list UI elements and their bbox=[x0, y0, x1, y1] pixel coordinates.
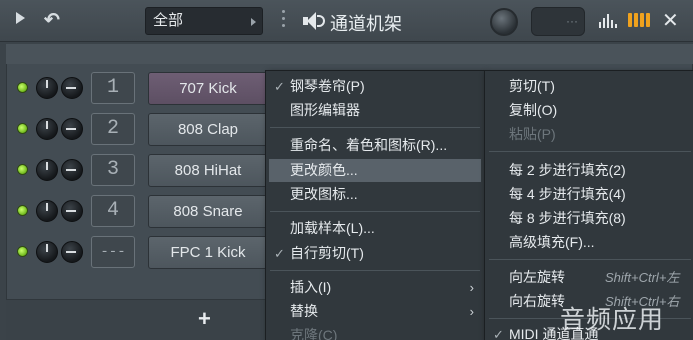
menu-item-label: 钢琴卷帘(P) bbox=[290, 78, 365, 94]
menu-item-label: 向右旋转 bbox=[509, 293, 565, 309]
menu-item-label: 每 2 步进行填充(2) bbox=[509, 162, 626, 178]
play-arrow-icon[interactable] bbox=[16, 12, 25, 24]
menu-item-label: 复制(O) bbox=[509, 102, 558, 118]
submenu-item-fill-8[interactable]: 每 8 步进行填充(8) bbox=[485, 207, 693, 230]
rack-footer bbox=[6, 300, 270, 340]
channel-mute-led[interactable] bbox=[17, 164, 28, 175]
channel-rack-window: ↶ 全部 通道机架 ··· ✕ 1 707 Kick 2 808 Clap 3 … bbox=[0, 0, 693, 340]
swing-display[interactable]: ··· bbox=[531, 7, 585, 36]
dropdown-arrow-icon bbox=[251, 18, 256, 26]
menu-item-label: 更改颜色... bbox=[290, 162, 358, 178]
window-title: 通道机架 bbox=[330, 14, 402, 34]
menu-item-load-sample[interactable]: 加载样本(L)... bbox=[266, 217, 484, 240]
menu-item-label: 每 4 步进行填充(4) bbox=[509, 186, 626, 202]
mixer-track-number[interactable]: 1 bbox=[91, 72, 135, 104]
menu-item-clone[interactable]: 克隆(C) bbox=[266, 324, 484, 340]
chevron-right-icon: › bbox=[469, 304, 474, 319]
menu-divider bbox=[270, 211, 480, 212]
channel-row: 2 808 Clap bbox=[0, 109, 270, 149]
channel-mute-led[interactable] bbox=[17, 123, 28, 134]
channel-row: --- FPC 1 Kick bbox=[0, 232, 270, 272]
watermark-text: 音频应用 bbox=[560, 306, 665, 334]
menu-item-label: 自行剪切(T) bbox=[290, 245, 364, 261]
menu-item-label: 每 8 步进行填充(8) bbox=[509, 210, 626, 226]
channel-pan-knob[interactable] bbox=[36, 159, 58, 181]
graph-editor-icon[interactable] bbox=[599, 14, 619, 28]
channel-mute-led[interactable] bbox=[17, 246, 28, 257]
menu-item-replace[interactable]: 替换 › bbox=[266, 300, 484, 323]
title-bar: ↶ 全部 通道机架 ··· ✕ bbox=[0, 0, 693, 42]
channel-button[interactable]: 808 Clap bbox=[148, 113, 268, 146]
submenu-item-copy[interactable]: 复制(O) bbox=[485, 99, 693, 122]
menu-item-label: 向左旋转 bbox=[509, 269, 565, 285]
add-channel-button[interactable]: + bbox=[198, 306, 211, 332]
mixer-track-number[interactable]: --- bbox=[91, 236, 135, 268]
channel-button[interactable]: FPC 1 Kick bbox=[148, 236, 268, 269]
menu-divider bbox=[489, 259, 691, 260]
submenu-item-fill-2[interactable]: 每 2 步进行填充(2) bbox=[485, 159, 693, 182]
channel-row: 4 808 Snare bbox=[0, 191, 270, 231]
menu-divider bbox=[270, 270, 480, 271]
close-icon[interactable]: ✕ bbox=[662, 8, 679, 33]
channel-volume-knob[interactable] bbox=[61, 241, 83, 263]
channel-volume-knob[interactable] bbox=[61, 200, 83, 222]
channel-button[interactable]: 707 Kick bbox=[148, 72, 268, 105]
channel-pan-knob[interactable] bbox=[36, 118, 58, 140]
menu-item-label: 粘贴(P) bbox=[509, 126, 556, 142]
channel-button[interactable]: 808 HiHat bbox=[148, 154, 268, 187]
mixer-track-number[interactable]: 3 bbox=[91, 154, 135, 186]
channel-mute-led[interactable] bbox=[17, 205, 28, 216]
submenu-item-fill-4[interactable]: 每 4 步进行填充(4) bbox=[485, 183, 693, 206]
undo-icon[interactable]: ↶ bbox=[44, 9, 60, 32]
speaker-icon bbox=[303, 11, 325, 31]
channel-volume-knob[interactable] bbox=[61, 77, 83, 99]
menu-item-label: 图形编辑器 bbox=[290, 102, 360, 118]
menu-shortcut: Shift+Ctrl+左 bbox=[605, 270, 680, 285]
rack-header-strip bbox=[6, 44, 693, 64]
menu-divider bbox=[270, 127, 480, 128]
menu-item-rename-color-icon[interactable]: 重命名、着色和图标(R)... bbox=[266, 134, 484, 157]
channel-volume-knob[interactable] bbox=[61, 159, 83, 181]
drag-handle-icon[interactable] bbox=[282, 10, 285, 30]
channel-filter-value: 全部 bbox=[153, 12, 184, 29]
channel-button[interactable]: 808 Snare bbox=[148, 195, 268, 228]
submenu-item-advanced-fill[interactable]: 高级填充(F)... bbox=[485, 231, 693, 254]
menu-item-label: 克隆(C) bbox=[290, 327, 338, 340]
menu-item-insert[interactable]: 插入(I) › bbox=[266, 276, 484, 299]
mixer-track-number[interactable]: 2 bbox=[91, 113, 135, 145]
channel-volume-knob[interactable] bbox=[61, 118, 83, 140]
menu-item-label: 剪切(T) bbox=[509, 78, 555, 94]
channel-mute-led[interactable] bbox=[17, 82, 28, 93]
menu-divider bbox=[489, 151, 691, 152]
main-swing-knob[interactable] bbox=[490, 8, 518, 36]
menu-item-label: 插入(I) bbox=[290, 279, 332, 295]
channel-context-menu: ✓ 钢琴卷帘(P) 图形编辑器 重命名、着色和图标(R)... 更改颜色... … bbox=[265, 70, 485, 340]
submenu-item-rotate-left[interactable]: 向左旋转 Shift+Ctrl+左 bbox=[485, 266, 693, 289]
menu-item-label: 重命名、着色和图标(R)... bbox=[290, 137, 448, 153]
check-icon: ✓ bbox=[493, 327, 504, 340]
menu-item-change-color[interactable]: 更改颜色... bbox=[269, 159, 481, 182]
menu-item-label: 高级填充(F)... bbox=[509, 234, 595, 250]
channel-row: 3 808 HiHat bbox=[0, 150, 270, 190]
menu-item-label: 替换 bbox=[290, 303, 318, 319]
submenu-item-cut[interactable]: 剪切(T) bbox=[485, 75, 693, 98]
chevron-right-icon: › bbox=[469, 280, 474, 295]
channel-filter-select[interactable]: 全部 bbox=[145, 7, 263, 35]
menu-item-auto-cut[interactable]: ✓ 自行剪切(T) bbox=[266, 242, 484, 265]
menu-item-change-icon[interactable]: 更改图标... bbox=[266, 183, 484, 206]
menu-item-label: 加载样本(L)... bbox=[290, 220, 375, 236]
menu-item-graph-editor[interactable]: 图形编辑器 bbox=[266, 99, 484, 122]
step-sequencer-icon[interactable] bbox=[628, 13, 650, 27]
menu-item-piano-roll[interactable]: ✓ 钢琴卷帘(P) bbox=[266, 75, 484, 98]
mixer-track-number[interactable]: 4 bbox=[91, 195, 135, 227]
check-icon: ✓ bbox=[274, 79, 285, 94]
channel-row: 1 707 Kick bbox=[0, 68, 270, 108]
menu-item-label: 更改图标... bbox=[290, 186, 358, 202]
submenu-item-paste[interactable]: 粘贴(P) bbox=[485, 123, 693, 146]
check-icon: ✓ bbox=[274, 246, 285, 261]
channel-pan-knob[interactable] bbox=[36, 241, 58, 263]
channel-pan-knob[interactable] bbox=[36, 77, 58, 99]
channel-pan-knob[interactable] bbox=[36, 200, 58, 222]
